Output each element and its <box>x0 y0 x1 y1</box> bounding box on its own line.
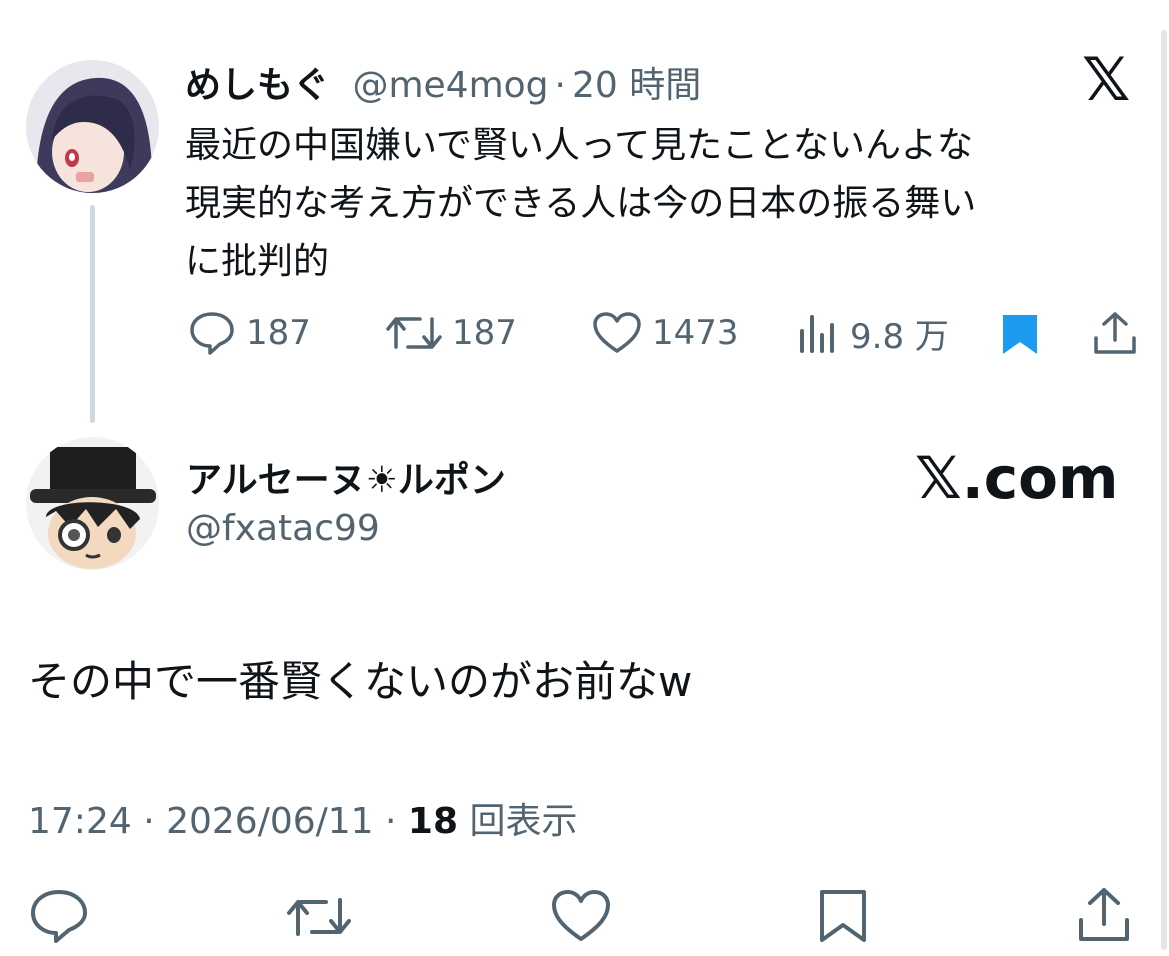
repost-count: 187 <box>452 313 517 353</box>
x-logo-icon: 𝕏 <box>1082 45 1131 115</box>
like-icon <box>593 312 641 353</box>
reply-avatar[interactable] <box>26 437 159 570</box>
reply-icon <box>31 890 87 943</box>
views-count: 9.8 万 <box>850 316 949 357</box>
x-com-logo: 𝕏.com <box>915 444 1119 512</box>
quoted-avatar[interactable] <box>26 60 159 193</box>
bookmark-icon <box>820 890 866 942</box>
quoted-views-action[interactable]: 9.8 万 <box>798 310 949 357</box>
quoted-time[interactable]: 20 時間 <box>572 65 701 106</box>
quoted-handle[interactable]: @me4mog <box>352 65 548 106</box>
bookmark-button-bottom[interactable] <box>818 888 868 944</box>
reply-views-count: 18 <box>407 801 459 842</box>
share-button[interactable] <box>1092 310 1138 360</box>
quoted-display-name[interactable]: めしもぐ <box>185 65 329 106</box>
like-button[interactable] <box>550 888 612 944</box>
repost-button[interactable] <box>286 892 352 942</box>
reply-display-name[interactable]: アルセーヌ☀ルポン <box>186 451 506 503</box>
repost-icon <box>287 898 351 936</box>
reply-text: その中で一番賢くないのがお前なw <box>28 657 693 706</box>
share-icon <box>1079 888 1129 941</box>
separator: · <box>554 65 566 106</box>
quoted-reply-action[interactable]: 187 <box>188 310 311 356</box>
quoted-repost-action[interactable]: 187 <box>386 310 517 356</box>
bookmark-button[interactable] <box>1000 312 1040 360</box>
views-icon <box>800 315 834 353</box>
repost-icon <box>386 317 442 349</box>
reply-views-label: 回表示 <box>458 801 578 842</box>
thread-line <box>90 205 95 423</box>
reply-timestamp[interactable]: 17:24 · 2026/06/11 · <box>28 801 408 842</box>
reply-icon <box>190 312 234 355</box>
bookmark-icon <box>1003 315 1037 354</box>
reply-meta: 17:24 · 2026/06/11 · 18 回表示 <box>28 792 577 844</box>
quoted-like-action[interactable]: 1473 <box>592 310 739 356</box>
share-button-bottom[interactable] <box>1076 886 1132 944</box>
share-icon <box>1094 312 1136 354</box>
scrollbar[interactable] <box>1161 30 1167 950</box>
like-count: 1473 <box>652 313 739 353</box>
like-icon <box>552 890 610 941</box>
reply-button[interactable] <box>28 888 90 944</box>
quoted-header: めしもぐ @me4mog · 20 時間 <box>185 56 701 108</box>
quoted-text: 最近の中国嫌いで賢い人って見たことないんよな 現実的な考え方ができる人は今の日本… <box>185 125 977 282</box>
reply-handle[interactable]: @fxatac99 <box>186 508 380 549</box>
reply-count: 187 <box>246 313 311 353</box>
